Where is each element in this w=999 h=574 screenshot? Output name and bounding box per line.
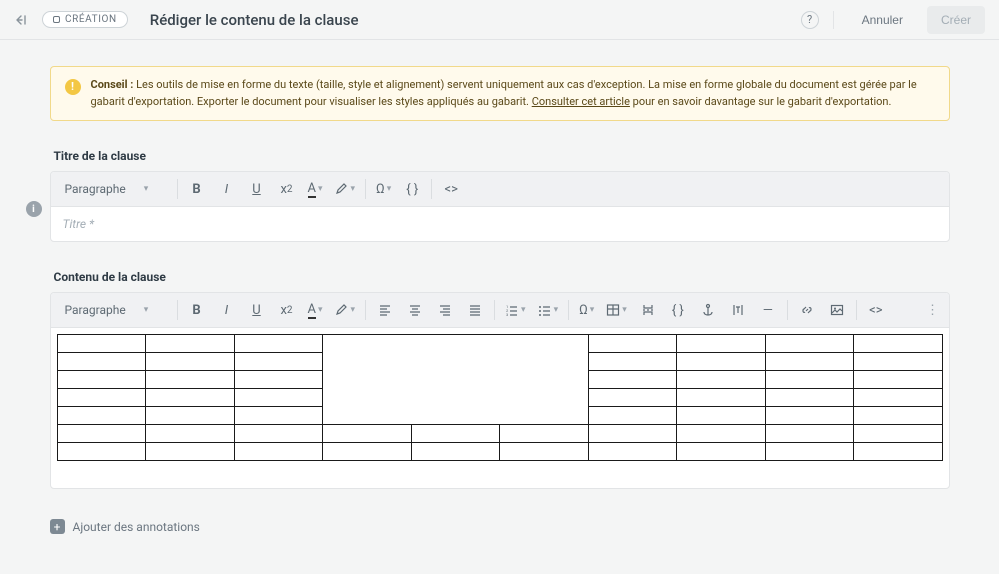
- code-button[interactable]: <>: [438, 176, 464, 202]
- content-body[interactable]: [51, 328, 949, 488]
- content-editor: Paragraphe▾ B I U x2 A▾ ▾: [50, 292, 950, 489]
- help-icon[interactable]: ?: [801, 11, 819, 29]
- chevron-down-icon: ▾: [144, 184, 149, 194]
- bold-button[interactable]: B: [184, 297, 210, 323]
- ordered-list-button[interactable]: 123▾: [501, 297, 530, 323]
- tip-banner: ! Conseil : Les outils de mise en forme …: [50, 66, 950, 121]
- title-section-label: Titre de la clause: [54, 149, 950, 163]
- bold-button[interactable]: B: [184, 176, 210, 202]
- text-color-button[interactable]: A▾: [304, 176, 327, 202]
- svg-text:3: 3: [506, 312, 508, 317]
- info-icon: !: [65, 79, 81, 95]
- highlight-icon: [335, 303, 349, 317]
- code-button[interactable]: <>: [863, 297, 889, 323]
- chip-label: CRÉATION: [65, 14, 117, 25]
- paragraph-select[interactable]: Paragraphe▾: [57, 176, 177, 202]
- chevron-down-icon: ▾: [144, 305, 149, 315]
- table-button[interactable]: ▾: [602, 297, 631, 323]
- align-justify-icon: [468, 303, 482, 317]
- table-icon: [606, 303, 620, 317]
- image-icon: [830, 303, 844, 317]
- plus-icon: +: [50, 519, 65, 534]
- unordered-list-icon: [538, 303, 552, 317]
- superscript-button[interactable]: x2: [274, 176, 300, 202]
- title-editor: Paragraphe▾ B I U x2 A▾ ▾ Ω▾ { }: [50, 171, 950, 242]
- anchor-icon: [701, 303, 715, 317]
- underline-button[interactable]: U: [244, 297, 270, 323]
- info-badge-icon[interactable]: i: [26, 201, 42, 217]
- more-button[interactable]: ⋮: [923, 303, 943, 318]
- highlight-button[interactable]: ▾: [331, 297, 360, 323]
- special-char-button[interactable]: Ω▾: [575, 297, 598, 323]
- text-width-icon: [731, 303, 745, 317]
- align-right-button[interactable]: [432, 297, 458, 323]
- hr-button[interactable]: —: [755, 297, 781, 323]
- tip-text: Conseil : Les outils de mise en forme du…: [91, 77, 935, 110]
- back-icon[interactable]: [14, 12, 30, 28]
- title-toolbar: Paragraphe▾ B I U x2 A▾ ▾ Ω▾ { }: [51, 172, 949, 207]
- page-break-button[interactable]: [635, 297, 661, 323]
- content-toolbar: Paragraphe▾ B I U x2 A▾ ▾: [51, 293, 949, 328]
- page-break-icon: [641, 303, 655, 317]
- create-button[interactable]: Créer: [927, 6, 985, 34]
- superscript-button[interactable]: x2: [274, 297, 300, 323]
- add-annotations-button[interactable]: + Ajouter des annotations: [50, 519, 950, 534]
- pencil-icon: [53, 16, 60, 23]
- braces-button[interactable]: { }: [665, 297, 691, 323]
- paragraph-select[interactable]: Paragraphe▾: [57, 297, 177, 323]
- align-center-icon: [408, 303, 422, 317]
- top-bar: CRÉATION Rédiger le contenu de la clause…: [0, 0, 999, 40]
- align-left-button[interactable]: [372, 297, 398, 323]
- content-table[interactable]: [57, 334, 943, 461]
- braces-button[interactable]: { }: [399, 176, 425, 202]
- cancel-button[interactable]: Annuler: [848, 6, 917, 34]
- align-justify-button[interactable]: [462, 297, 488, 323]
- ordered-list-icon: 123: [505, 303, 519, 317]
- align-right-icon: [438, 303, 452, 317]
- unordered-list-button[interactable]: ▾: [534, 297, 563, 323]
- highlight-button[interactable]: ▾: [331, 176, 360, 202]
- align-left-icon: [378, 303, 392, 317]
- page-title: Rédiger le contenu de la clause: [150, 11, 359, 29]
- align-center-button[interactable]: [402, 297, 428, 323]
- highlight-icon: [335, 182, 349, 196]
- creation-chip: CRÉATION: [42, 11, 128, 28]
- italic-button[interactable]: I: [214, 176, 240, 202]
- content-section-label: Contenu de la clause: [54, 270, 950, 284]
- special-char-button[interactable]: Ω▾: [372, 176, 395, 202]
- italic-button[interactable]: I: [214, 297, 240, 323]
- link-button[interactable]: [794, 297, 820, 323]
- text-color-button[interactable]: A▾: [304, 297, 327, 323]
- tip-link[interactable]: Consulter cet article: [532, 95, 630, 108]
- image-button[interactable]: [824, 297, 850, 323]
- text-width-button[interactable]: [725, 297, 751, 323]
- separator: [833, 11, 834, 29]
- title-input[interactable]: Titre *: [51, 207, 949, 241]
- link-icon: [800, 303, 814, 317]
- anchor-button[interactable]: [695, 297, 721, 323]
- underline-button[interactable]: U: [244, 176, 270, 202]
